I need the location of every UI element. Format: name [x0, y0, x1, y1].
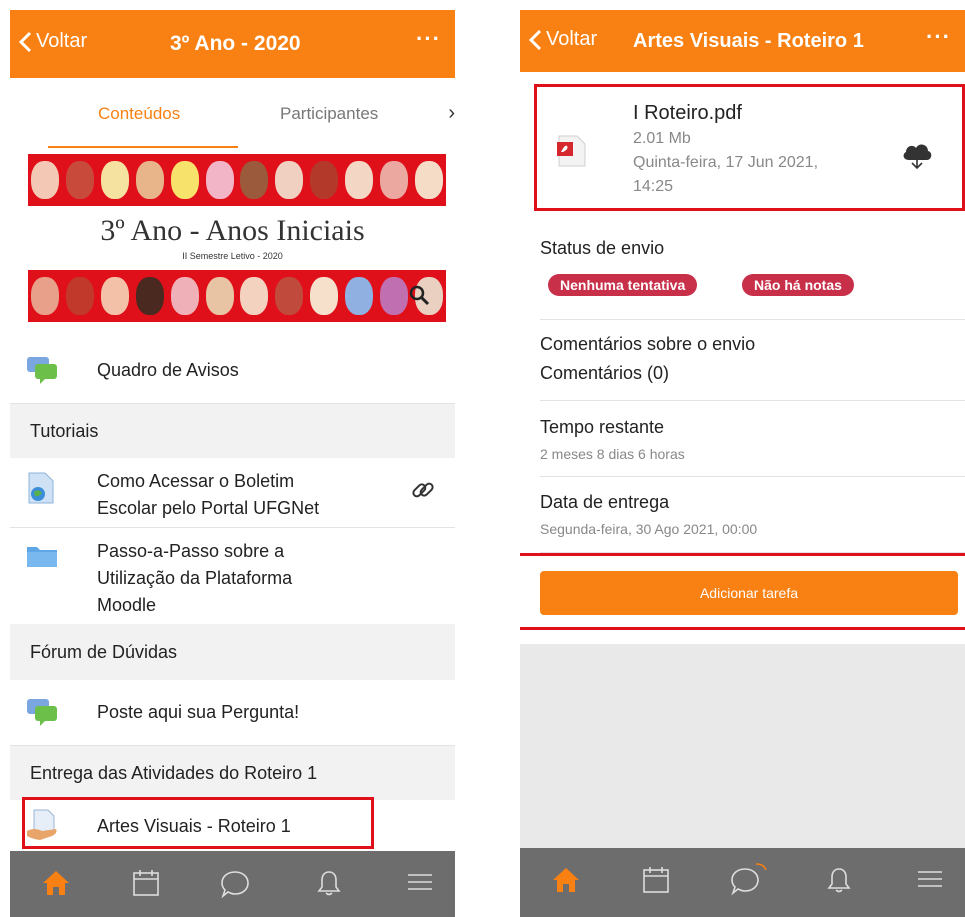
chevron-left-icon — [528, 29, 542, 50]
comments-row[interactable]: Comentários sobre o envio Comentários (0… — [520, 320, 965, 400]
back-label: Voltar — [546, 28, 598, 50]
back-label: Voltar — [36, 30, 88, 52]
home-icon[interactable] — [42, 869, 70, 897]
back-button[interactable]: Voltar — [18, 30, 87, 53]
drawings-strip-bottom — [28, 270, 446, 322]
chevron-right-icon[interactable]: › — [448, 102, 455, 125]
drawing-face — [101, 277, 130, 315]
time-remaining-label: Tempo restante — [540, 417, 665, 437]
list-item-boletim[interactable]: Como Acessar o Boletim Escolar pelo Port… — [10, 458, 455, 528]
drawing-face — [66, 277, 95, 315]
list-item-pergunta[interactable]: Poste aqui sua Pergunta! — [10, 680, 455, 746]
time-remaining-value: 2 meses 8 dias 6 horas — [540, 446, 685, 462]
tab-conteudos[interactable]: Conteúdos — [98, 104, 180, 124]
drawings-strip-top — [28, 154, 446, 206]
divider — [540, 476, 965, 477]
comments-value: Comentários (0) — [540, 363, 670, 383]
more-icon[interactable]: ··· — [926, 26, 951, 48]
messages-icon[interactable] — [220, 869, 250, 899]
item-label-line1: Passo-a-Passo sobre a — [97, 541, 285, 561]
tab-participantes[interactable]: Participantes — [280, 104, 378, 124]
drawing-face — [170, 161, 199, 199]
drawing-face — [135, 161, 164, 199]
drawing-face — [205, 277, 234, 315]
banner-subtitle: II Semestre Letivo - 2020 — [182, 251, 283, 261]
course-banner: 3º Ano - Anos Iniciais II Semestre Letiv… — [10, 148, 455, 334]
drawing-face — [31, 161, 60, 199]
list-item-avisos[interactable]: Quadro de Avisos — [10, 338, 455, 404]
top-bar: Voltar 3º Ano - 2020 ··· — [10, 10, 455, 78]
link-icon[interactable] — [409, 476, 437, 504]
bell-icon[interactable] — [826, 866, 852, 894]
section-header-tutoriais: Tutoriais — [10, 404, 455, 458]
more-icon[interactable]: ··· — [416, 28, 441, 50]
calendar-icon[interactable] — [642, 866, 670, 894]
chevron-left-icon — [18, 31, 32, 52]
page-title: Artes Visuais - Roteiro 1 — [633, 30, 864, 52]
bottom-nav — [10, 851, 455, 917]
item-label-line3: Moodle — [97, 595, 157, 615]
back-button[interactable]: Voltar — [528, 28, 597, 51]
banner-title: 3º Ano - Anos Iniciais — [100, 214, 365, 247]
tab-bar: Conteúdos Participantes › — [10, 78, 455, 148]
item-label: Quadro de Avisos — [97, 360, 239, 380]
left-screen: Voltar 3º Ano - 2020 ··· Conteúdos Parti… — [10, 10, 455, 917]
drawing-face — [414, 161, 443, 199]
chat-icon — [27, 699, 57, 726]
section-header-entrega: Entrega das Atividades do Roteiro 1 — [10, 746, 455, 800]
right-screen: Voltar Artes Visuais - Roteiro 1 ··· I R… — [520, 10, 965, 917]
drawing-face — [101, 161, 130, 199]
menu-icon[interactable] — [406, 869, 434, 895]
top-bar: Voltar Artes Visuais - Roteiro 1 ··· — [520, 10, 965, 72]
drawing-face — [379, 161, 408, 199]
item-label: Poste aqui sua Pergunta! — [97, 702, 300, 722]
highlight-box — [520, 553, 965, 630]
bottom-nav — [520, 848, 965, 917]
drawing-face — [240, 161, 269, 199]
calendar-icon[interactable] — [132, 869, 160, 897]
messages-icon[interactable] — [730, 860, 770, 898]
list-item-passo-a-passo[interactable]: Passo-a-Passo sobre a Utilização da Plat… — [10, 528, 455, 624]
drawing-face — [344, 277, 373, 315]
status-badge-grade: Não há notas — [742, 274, 854, 296]
chat-icon — [27, 357, 57, 384]
drawing-face — [170, 277, 199, 315]
drawing-face — [379, 277, 408, 315]
comments-label: Comentários sobre o envio — [540, 334, 756, 354]
divider — [540, 400, 965, 401]
due-date-value: Segunda-feira, 30 Ago 2021, 00:00 — [540, 521, 758, 537]
folder-icon — [27, 547, 57, 567]
drawing-face — [66, 161, 95, 199]
home-icon[interactable] — [552, 866, 580, 894]
drawing-face — [310, 277, 339, 315]
status-label: Status de envio — [540, 238, 665, 258]
drawing-face — [275, 277, 304, 315]
section-header-forum: Fórum de Dúvidas — [10, 624, 455, 680]
highlight-box — [534, 84, 965, 211]
item-label-line2: Utilização da Plataforma — [97, 568, 293, 588]
drawing-face — [31, 277, 60, 315]
drawing-face — [275, 161, 304, 199]
url-icon — [28, 472, 54, 504]
highlight-box — [22, 797, 374, 849]
menu-icon[interactable] — [916, 866, 944, 892]
item-label-line1: Como Acessar o Boletim — [97, 471, 295, 491]
status-badge-attempt: Nenhuma tentativa — [548, 274, 698, 296]
drawing-face — [344, 161, 373, 199]
bell-icon[interactable] — [316, 869, 342, 897]
search-icon[interactable] — [408, 284, 430, 306]
page-title: 3º Ano - 2020 — [170, 32, 301, 55]
drawing-face — [135, 277, 164, 315]
drawing-face — [240, 277, 269, 315]
due-date-label: Data de entrega — [540, 492, 670, 512]
drawing-face — [205, 161, 234, 199]
item-label-line2: Escolar pelo Portal UFGNet — [97, 498, 320, 518]
drawing-face — [310, 161, 339, 199]
